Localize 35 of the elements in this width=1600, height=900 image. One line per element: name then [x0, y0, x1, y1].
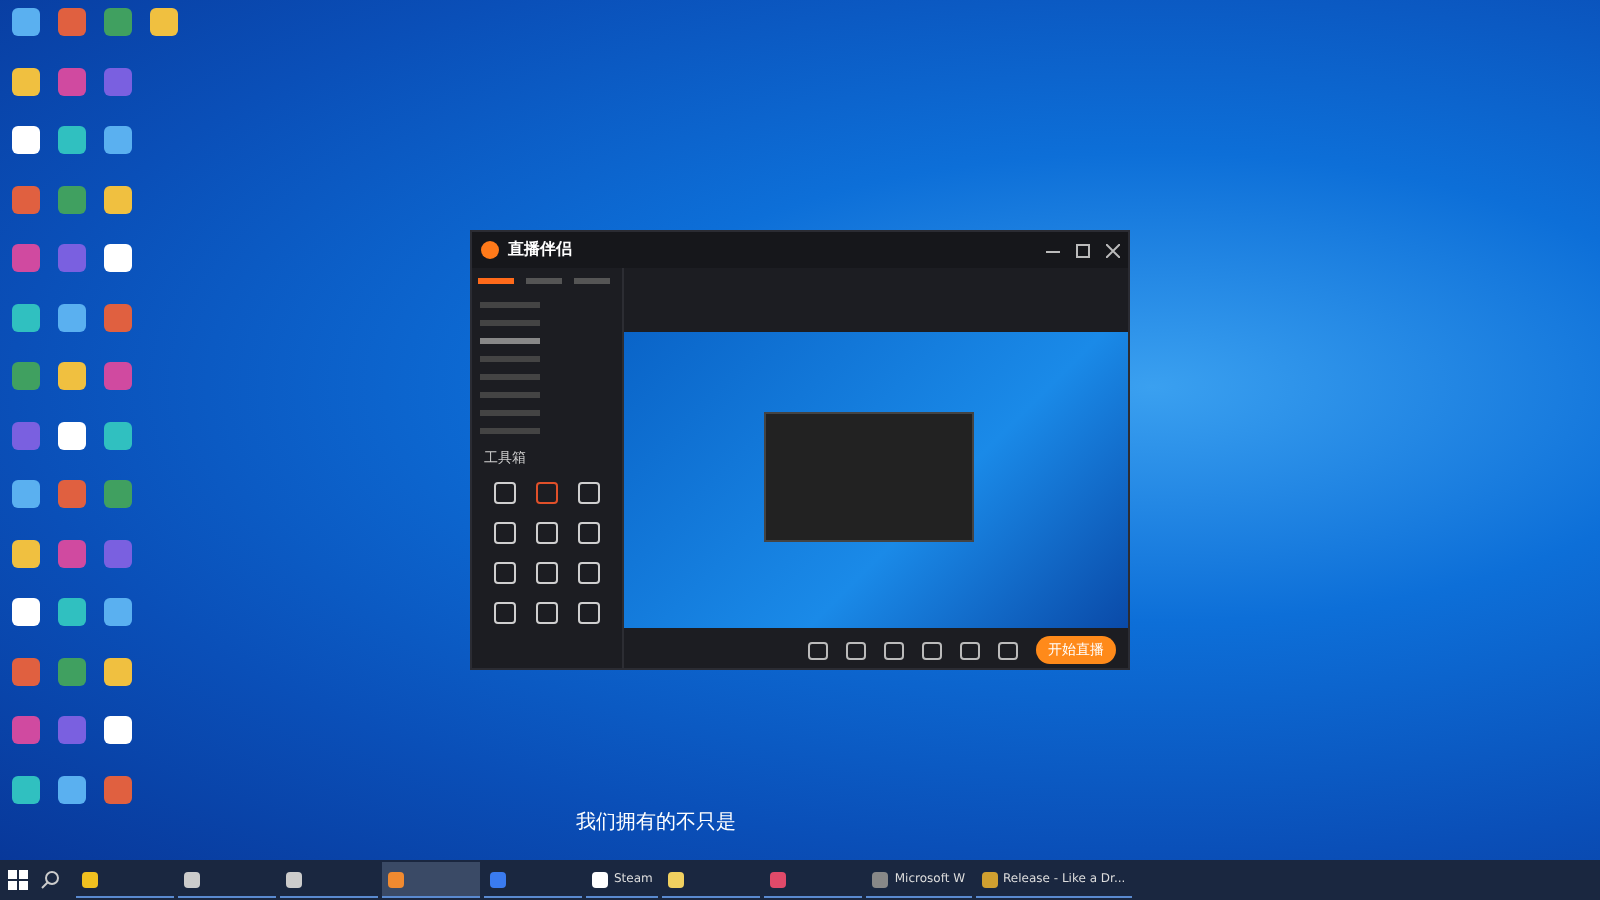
desktop-icon[interactable]: [58, 598, 86, 626]
desktop-icon[interactable]: [104, 244, 132, 272]
desktop-icon[interactable]: [58, 126, 86, 154]
tool-icon[interactable]: [536, 521, 558, 543]
close-icon[interactable]: [1106, 243, 1120, 257]
maximize-icon[interactable]: [1076, 243, 1090, 257]
start-icon[interactable]: [8, 870, 28, 890]
desktop-icon[interactable]: [150, 8, 178, 36]
logo-icon: [480, 240, 500, 260]
tool-icon[interactable]: [494, 521, 516, 543]
tool-icon[interactable]: [578, 561, 600, 583]
desktop-icon[interactable]: [58, 421, 86, 449]
desktop-icon[interactable]: [58, 775, 86, 803]
tool-icon[interactable]: [578, 601, 600, 623]
desktop-icon[interactable]: [58, 362, 86, 390]
tool-icon[interactable]: [494, 481, 516, 503]
search-icon[interactable]: [40, 870, 64, 890]
tool-icon[interactable]: [578, 481, 600, 503]
tool-icon[interactable]: [536, 561, 558, 583]
desktop-icon[interactable]: [12, 8, 40, 36]
app-logo: 直播伴侣: [508, 238, 572, 262]
subtitle: 我们拥有的不只是: [576, 809, 736, 838]
desktop-icon[interactable]: [104, 716, 132, 744]
tool-icon[interactable]: [494, 601, 516, 623]
desktop-icon[interactable]: [12, 126, 40, 154]
desktop-icon[interactable]: [12, 539, 40, 567]
desktop-icon[interactable]: [12, 67, 40, 95]
desktop-icon[interactable]: [104, 185, 132, 213]
desktop-icon[interactable]: [12, 775, 40, 803]
desktop-icon[interactable]: [104, 657, 132, 685]
tool-icon[interactable]: [578, 521, 600, 543]
desktop-icon[interactable]: [12, 303, 40, 331]
tool-icon[interactable]: [536, 601, 558, 623]
desktop-icon[interactable]: [12, 598, 40, 626]
tool-icon[interactable]: [494, 561, 516, 583]
